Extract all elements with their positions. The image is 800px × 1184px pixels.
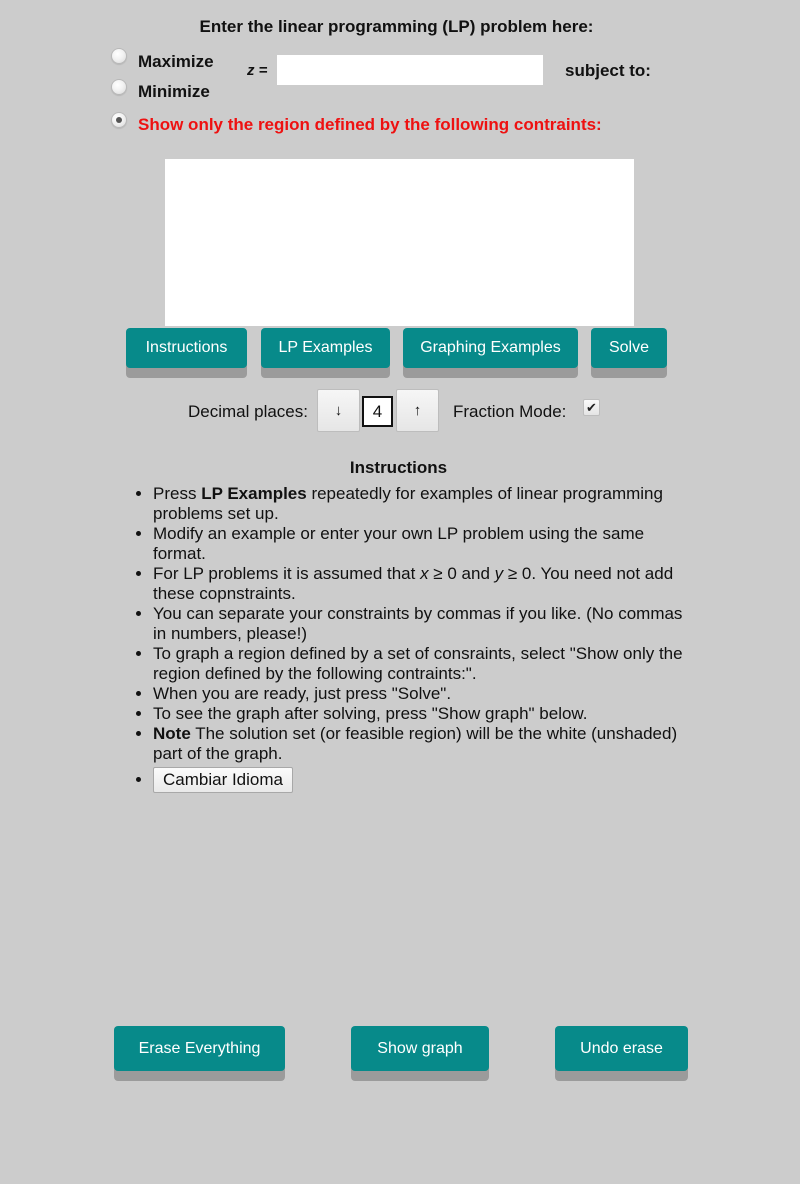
subject-to-label: subject to: [565,61,651,80]
objective-z-label: z = [247,62,267,79]
instructions-heading: Instructions [349,458,448,477]
solve-button[interactable]: Solve [591,328,667,368]
minimize-radio[interactable] [111,79,127,95]
instruction-text: The solution set (or feasible region) wi… [153,724,678,763]
show-graph-button-label: Show graph [377,1039,463,1057]
checkmark-icon: ✔ [586,400,597,415]
instruction-item: For LP problems it is assumed that x ≥ 0… [153,564,693,604]
undo-erase-button[interactable]: Undo erase [555,1026,688,1071]
erase-everything-button-label: Erase Everything [138,1039,261,1057]
instruction-item: To see the graph after solving, press "S… [153,704,693,724]
instruction-bold: Note [153,724,191,743]
undo-erase-button-label: Undo erase [580,1039,663,1057]
increase-decimals-button[interactable]: ↑ [396,389,439,432]
erase-everything-button[interactable]: Erase Everything [114,1026,285,1071]
instruction-text: Press [153,484,202,503]
fraction-mode-label: Fraction Mode: [453,402,567,421]
instruction-bold: LP Examples [201,484,307,503]
instruction-text: For LP problems it is assumed that [153,564,421,583]
maximize-radio[interactable] [111,48,127,64]
decimal-places-label: Decimal places: [188,402,308,421]
graphing-examples-button-label: Graphing Examples [420,339,561,356]
decimal-places-value: 4 [362,396,393,427]
graphing-examples-button[interactable]: Graphing Examples [403,328,578,368]
instruction-item: Cambiar Idioma [153,764,693,793]
maximize-label[interactable]: Maximize [138,52,214,72]
instruction-text: To graph a region defined by a set of co… [153,644,683,683]
instruction-item: You can separate your constraints by com… [153,604,693,644]
constraints-textarea[interactable] [165,159,634,326]
instruction-item: Note The solution set (or feasible regio… [153,724,693,764]
lp-examples-button-label: LP Examples [278,339,373,356]
region-only-label[interactable]: Show only the region defined by the foll… [138,115,602,135]
instruction-text: To see the graph after solving, press "S… [153,704,588,723]
instruction-text: Modify an example or enter your own LP p… [153,524,645,563]
minimize-label[interactable]: Minimize [138,82,210,102]
instructions-list: Press LP Examples repeatedly for example… [133,484,693,793]
region-only-radio[interactable] [111,112,127,128]
instruction-text: When you are ready, just press "Solve". [153,684,452,703]
lp-solver-page: Enter the linear programming (LP) proble… [0,0,800,1184]
instruction-item: When you are ready, just press "Solve". [153,684,693,704]
instruction-text: You can separate your constraints by com… [153,604,683,643]
show-graph-button[interactable]: Show graph [351,1026,489,1071]
variable-y: y [494,564,504,583]
instruction-item: Press LP Examples repeatedly for example… [153,484,693,524]
solve-button-label: Solve [608,339,650,356]
lp-examples-button[interactable]: LP Examples [261,328,390,368]
instructions-button-label: Instructions [145,339,228,356]
page-title: Enter the linear programming (LP) proble… [199,17,594,36]
fraction-mode-checkbox[interactable]: ✔ [583,399,600,416]
objective-function-input[interactable] [277,55,543,85]
instruction-item: Modify an example or enter your own LP p… [153,524,693,564]
change-language-button[interactable]: Cambiar Idioma [153,767,293,793]
instruction-text: ≥ 0 and [428,564,495,583]
instruction-item: To graph a region defined by a set of co… [153,644,693,684]
arrow-down-icon: ↓ [334,402,343,419]
variable-x: x [420,564,429,583]
z-var: z = [247,62,268,79]
instructions-button[interactable]: Instructions [126,328,247,368]
decrease-decimals-button[interactable]: ↓ [317,389,360,432]
arrow-up-icon: ↑ [413,402,422,419]
